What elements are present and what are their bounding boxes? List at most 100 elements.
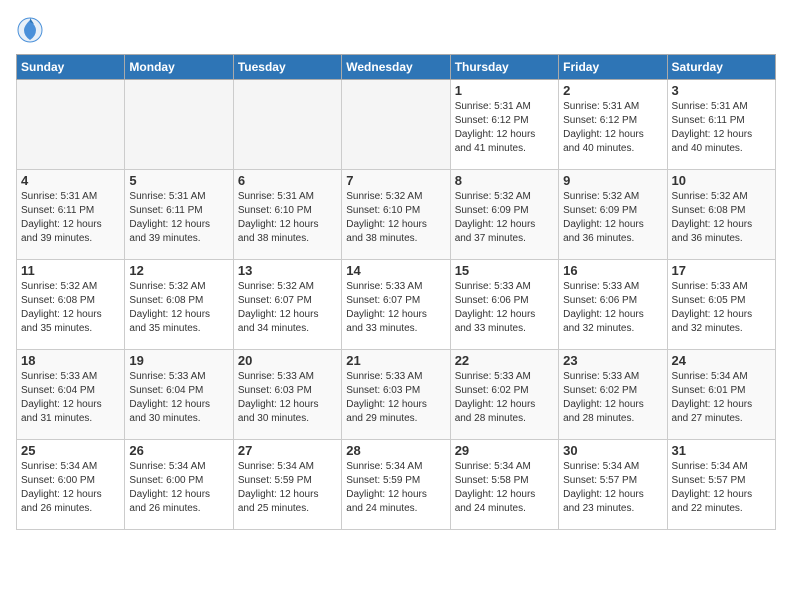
day-info: Sunrise: 5:31 AMSunset: 6:10 PMDaylight:… — [238, 190, 337, 246]
day-cell: 11 Sunrise: 5:32 AMSunset: 6:08 PMDayligh… — [17, 260, 125, 350]
day-cell: 2 Sunrise: 5:31 AMSunset: 6:12 PMDaylight… — [559, 80, 667, 170]
day-info: Sunrise: 5:33 AMSunset: 6:03 PMDaylight:… — [238, 370, 337, 426]
day-info: Sunrise: 5:33 AMSunset: 6:04 PMDaylight:… — [129, 370, 228, 426]
day-cell: 30 Sunrise: 5:34 AMSunset: 5:57 PMDayligh… — [559, 440, 667, 530]
day-number: 23 — [563, 353, 662, 368]
day-cell: 9 Sunrise: 5:32 AMSunset: 6:09 PMDaylight… — [559, 170, 667, 260]
day-cell: 12 Sunrise: 5:32 AMSunset: 6:08 PMDayligh… — [125, 260, 233, 350]
day-info: Sunrise: 5:32 AMSunset: 6:10 PMDaylight:… — [346, 190, 445, 246]
day-info: Sunrise: 5:32 AMSunset: 6:09 PMDaylight:… — [563, 190, 662, 246]
day-info: Sunrise: 5:34 AMSunset: 5:57 PMDaylight:… — [563, 460, 662, 516]
week-row-3: 11 Sunrise: 5:32 AMSunset: 6:08 PMDayligh… — [17, 260, 776, 350]
day-info: Sunrise: 5:33 AMSunset: 6:03 PMDaylight:… — [346, 370, 445, 426]
day-number: 22 — [455, 353, 554, 368]
day-number: 16 — [563, 263, 662, 278]
day-info: Sunrise: 5:31 AMSunset: 6:12 PMDaylight:… — [563, 100, 662, 156]
day-number: 2 — [563, 83, 662, 98]
day-cell: 4 Sunrise: 5:31 AMSunset: 6:11 PMDaylight… — [17, 170, 125, 260]
day-cell: 27 Sunrise: 5:34 AMSunset: 5:59 PMDayligh… — [233, 440, 341, 530]
day-number: 13 — [238, 263, 337, 278]
calendar-table: SundayMondayTuesdayWednesdayThursdayFrid… — [16, 54, 776, 530]
day-number: 4 — [21, 173, 120, 188]
day-info: Sunrise: 5:33 AMSunset: 6:05 PMDaylight:… — [672, 280, 771, 336]
day-number: 20 — [238, 353, 337, 368]
day-number: 11 — [21, 263, 120, 278]
day-cell: 25 Sunrise: 5:34 AMSunset: 6:00 PMDayligh… — [17, 440, 125, 530]
day-cell — [17, 80, 125, 170]
day-number: 31 — [672, 443, 771, 458]
day-number: 6 — [238, 173, 337, 188]
day-number: 26 — [129, 443, 228, 458]
day-info: Sunrise: 5:32 AMSunset: 6:08 PMDaylight:… — [672, 190, 771, 246]
day-cell: 6 Sunrise: 5:31 AMSunset: 6:10 PMDaylight… — [233, 170, 341, 260]
day-info: Sunrise: 5:31 AMSunset: 6:11 PMDaylight:… — [21, 190, 120, 246]
day-cell: 14 Sunrise: 5:33 AMSunset: 6:07 PMDayligh… — [342, 260, 450, 350]
day-info: Sunrise: 5:33 AMSunset: 6:02 PMDaylight:… — [455, 370, 554, 426]
day-cell — [125, 80, 233, 170]
day-cell — [233, 80, 341, 170]
day-number: 17 — [672, 263, 771, 278]
day-info: Sunrise: 5:34 AMSunset: 6:01 PMDaylight:… — [672, 370, 771, 426]
day-cell: 23Sunrise: 5:33 AMSunset: 6:02 PMDayligh… — [559, 350, 667, 440]
day-number: 29 — [455, 443, 554, 458]
header-row: SundayMondayTuesdayWednesdayThursdayFrid… — [17, 55, 776, 80]
day-number: 14 — [346, 263, 445, 278]
day-info: Sunrise: 5:31 AMSunset: 6:12 PMDaylight:… — [455, 100, 554, 156]
day-number: 25 — [21, 443, 120, 458]
page-header — [16, 16, 776, 44]
day-cell: 16 Sunrise: 5:33 AMSunset: 6:06 PMDayligh… — [559, 260, 667, 350]
week-row-5: 25 Sunrise: 5:34 AMSunset: 6:00 PMDayligh… — [17, 440, 776, 530]
day-cell — [342, 80, 450, 170]
weekday-header-monday: Monday — [125, 55, 233, 80]
day-number: 19 — [129, 353, 228, 368]
day-info: Sunrise: 5:33 AMSunset: 6:06 PMDaylight:… — [455, 280, 554, 336]
day-info: Sunrise: 5:32 AMSunset: 6:08 PMDaylight:… — [129, 280, 228, 336]
day-info: Sunrise: 5:32 AMSunset: 6:09 PMDaylight:… — [455, 190, 554, 246]
day-cell: 13 Sunrise: 5:32 AMSunset: 6:07 PMDayligh… — [233, 260, 341, 350]
day-info: Sunrise: 5:32 AMSunset: 6:07 PMDaylight:… — [238, 280, 337, 336]
day-info: Sunrise: 5:31 AMSunset: 6:11 PMDaylight:… — [129, 190, 228, 246]
logo — [16, 16, 48, 44]
day-info: Sunrise: 5:34 AMSunset: 5:59 PMDaylight:… — [346, 460, 445, 516]
day-cell: 17 Sunrise: 5:33 AMSunset: 6:05 PMDayligh… — [667, 260, 775, 350]
week-row-1: 1 Sunrise: 5:31 AMSunset: 6:12 PMDaylight… — [17, 80, 776, 170]
day-info: Sunrise: 5:34 AMSunset: 5:59 PMDaylight:… — [238, 460, 337, 516]
day-cell: 5 Sunrise: 5:31 AMSunset: 6:11 PMDaylight… — [125, 170, 233, 260]
day-cell: 19 Sunrise: 5:33 AMSunset: 6:04 PMDayligh… — [125, 350, 233, 440]
day-number: 9 — [563, 173, 662, 188]
weekday-header-friday: Friday — [559, 55, 667, 80]
day-cell: 24 Sunrise: 5:34 AMSunset: 6:01 PMDayligh… — [667, 350, 775, 440]
day-info: Sunrise: 5:31 AMSunset: 6:11 PMDaylight:… — [672, 100, 771, 156]
day-number: 24 — [672, 353, 771, 368]
week-row-2: 4 Sunrise: 5:31 AMSunset: 6:11 PMDaylight… — [17, 170, 776, 260]
day-number: 1 — [455, 83, 554, 98]
day-number: 30 — [563, 443, 662, 458]
day-cell: 7 Sunrise: 5:32 AMSunset: 6:10 PMDaylight… — [342, 170, 450, 260]
day-cell: 20 Sunrise: 5:33 AMSunset: 6:03 PMDayligh… — [233, 350, 341, 440]
day-info: Sunrise: 5:32 AMSunset: 6:08 PMDaylight:… — [21, 280, 120, 336]
day-cell: 26Sunrise: 5:34 AMSunset: 6:00 PMDayligh… — [125, 440, 233, 530]
day-info: Sunrise: 5:33 AMSunset: 6:04 PMDaylight:… — [21, 370, 120, 426]
day-number: 27 — [238, 443, 337, 458]
day-number: 18 — [21, 353, 120, 368]
day-cell: 31 Sunrise: 5:34 AMSunset: 5:57 PMDayligh… — [667, 440, 775, 530]
day-cell: 8 Sunrise: 5:32 AMSunset: 6:09 PMDaylight… — [450, 170, 558, 260]
weekday-header-tuesday: Tuesday — [233, 55, 341, 80]
day-number: 7 — [346, 173, 445, 188]
day-cell: 1 Sunrise: 5:31 AMSunset: 6:12 PMDaylight… — [450, 80, 558, 170]
day-number: 28 — [346, 443, 445, 458]
day-cell: 3Sunrise: 5:31 AMSunset: 6:11 PMDaylight… — [667, 80, 775, 170]
day-info: Sunrise: 5:34 AMSunset: 6:00 PMDaylight:… — [21, 460, 120, 516]
day-info: Sunrise: 5:34 AMSunset: 5:57 PMDaylight:… — [672, 460, 771, 516]
day-cell: 29Sunrise: 5:34 AMSunset: 5:58 PMDayligh… — [450, 440, 558, 530]
weekday-header-thursday: Thursday — [450, 55, 558, 80]
day-cell: 28 Sunrise: 5:34 AMSunset: 5:59 PMDayligh… — [342, 440, 450, 530]
day-cell: 15Sunrise: 5:33 AMSunset: 6:06 PMDayligh… — [450, 260, 558, 350]
day-number: 5 — [129, 173, 228, 188]
logo-icon — [16, 16, 44, 44]
day-info: Sunrise: 5:33 AMSunset: 6:06 PMDaylight:… — [563, 280, 662, 336]
week-row-4: 18 Sunrise: 5:33 AMSunset: 6:04 PMDayligh… — [17, 350, 776, 440]
day-number: 8 — [455, 173, 554, 188]
day-number: 12 — [129, 263, 228, 278]
day-info: Sunrise: 5:33 AMSunset: 6:07 PMDaylight:… — [346, 280, 445, 336]
